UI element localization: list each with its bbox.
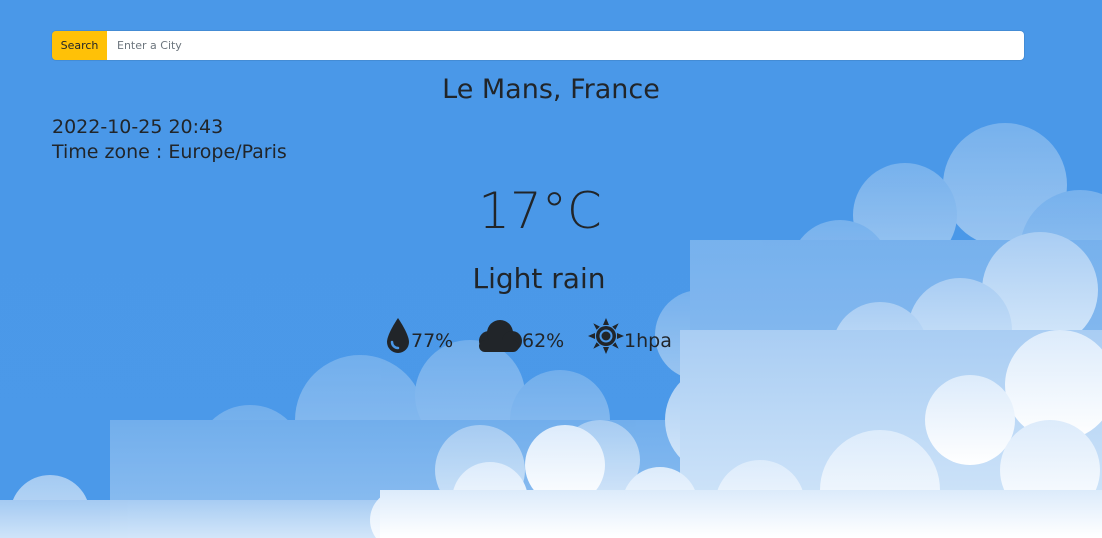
- timezone: Time zone : Europe/Paris: [52, 141, 287, 163]
- pressure-stat: 1hpa: [588, 316, 672, 356]
- pressure-value: 1hpa: [624, 330, 672, 352]
- local-datetime: 2022-10-25 20:43: [52, 116, 224, 138]
- temperature: 17°C: [478, 182, 602, 240]
- sun-icon: [588, 318, 624, 354]
- search-bar: Search: [52, 31, 1024, 60]
- cloud-icon: [476, 318, 522, 354]
- weather-condition: Light rain: [472, 262, 606, 295]
- humidity-value: 77%: [411, 330, 454, 352]
- search-button[interactable]: Search: [52, 31, 107, 60]
- cloudiness-stat: 62%: [476, 316, 564, 356]
- city-search-input[interactable]: [107, 31, 1024, 60]
- city-name: Le Mans, France: [442, 74, 660, 105]
- weather-app: Search Le Mans, France 2022-10-25 20:43 …: [0, 0, 1102, 538]
- cloudiness-value: 62%: [522, 330, 565, 352]
- water-drop-icon: [385, 317, 411, 355]
- humidity-stat: 77%: [385, 316, 453, 356]
